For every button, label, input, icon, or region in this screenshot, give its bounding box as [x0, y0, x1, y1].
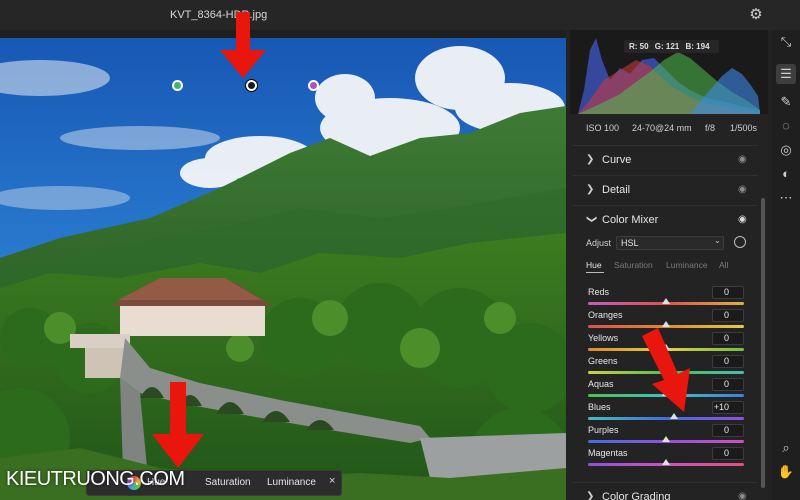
exif-shutter: 1/500s [730, 123, 758, 133]
slider-value-oranges[interactable]: 0 [712, 309, 744, 322]
exif-info: ISO 100 24-70@24 mm f/8 1/500s [570, 120, 768, 134]
close-icon[interactable]: × [329, 475, 335, 487]
targeted-adjustment-icon[interactable] [734, 236, 746, 248]
annotation-arrow-right [642, 328, 690, 412]
edit-panel: ISO 100 24-70@24 mm f/8 1/500s ❯ Curve ◉… [566, 30, 772, 500]
panel-scrollbar[interactable] [758, 130, 768, 500]
slider-label-yellows: Yellows [588, 333, 619, 343]
eye-icon[interactable]: ◉ [738, 214, 747, 225]
chevron-right-icon: ❯ [586, 184, 595, 195]
eye-icon[interactable]: ◉ [738, 491, 747, 500]
tab-saturation[interactable]: Saturation [614, 260, 653, 270]
readout-b: B: 194 [685, 42, 710, 51]
readout-r: R: 50 [629, 42, 649, 51]
title-bar: KVT_8364-HDR.jpg ⚙ [0, 0, 800, 30]
slider-value-magentas[interactable]: 0 [712, 447, 744, 460]
adjust-label: Adjust [586, 238, 612, 248]
hand-icon[interactable]: ✋ [776, 462, 796, 482]
eye-icon[interactable]: ◉ [738, 184, 747, 195]
app-window: KVT_8364-HDR.jpg ⚙ Hue Saturation Lumina… [0, 0, 800, 500]
sliders-icon[interactable]: ☰ [776, 64, 796, 84]
section-color-mixer[interactable]: ❯ Color Mixer ◉ [572, 205, 758, 235]
exif-lens: 24-70@24 mm [632, 123, 692, 133]
slider-label-blues: Blues [588, 402, 611, 412]
slider-thumb-reds[interactable] [662, 298, 670, 304]
slider-thumb-magentas[interactable] [662, 459, 670, 465]
adjust-dropdown[interactable]: HSL [616, 236, 724, 250]
slider-label-reds: Reds [588, 287, 610, 297]
scrollbar-thumb[interactable] [761, 198, 765, 488]
bandage-icon[interactable]: ✎ [776, 92, 796, 112]
sample-point-green[interactable] [172, 80, 183, 91]
sample-point-purple[interactable] [308, 80, 319, 91]
slider-label-purples: Purples [588, 425, 619, 435]
section-color-grading-label: Color Grading [602, 491, 671, 500]
section-curve[interactable]: ❯ Curve ◉ [572, 145, 758, 175]
slider-value-greens[interactable]: 0 [712, 355, 744, 368]
slider-value-blues[interactable]: +10 [712, 401, 744, 414]
photo-canvas[interactable] [0, 38, 566, 500]
toolbar-luminance-button[interactable]: Luminance [267, 477, 316, 488]
chevron-down-icon: ⌄ [714, 236, 721, 245]
mask-icon[interactable]: ◌ [776, 116, 796, 136]
slider-value-reds[interactable]: 0 [712, 286, 744, 299]
landscape-photo [0, 38, 566, 500]
slider-thumb-purples[interactable] [662, 436, 670, 442]
chevron-right-icon: ❯ [586, 491, 595, 500]
active-tab-indicator [586, 272, 604, 273]
readout-g: G: 121 [654, 42, 680, 51]
tab-all[interactable]: All [719, 260, 728, 270]
annotation-arrow-bottom [152, 382, 204, 468]
chevron-down-icon: ❯ [586, 215, 597, 224]
section-curve-label: Curve [602, 154, 632, 166]
tab-hue[interactable]: Hue [586, 260, 602, 270]
chevron-right-icon: ❯ [586, 154, 595, 165]
slider-label-aquas: Aquas [588, 379, 614, 389]
presets-icon[interactable]: ◐ [776, 164, 796, 184]
section-detail[interactable]: ❯ Detail ◉ [572, 175, 758, 205]
watermark-text: KIEUTRUONG.COM [6, 468, 185, 490]
slider-label-oranges: Oranges [588, 310, 623, 320]
gear-icon[interactable]: ⚙ [746, 5, 766, 25]
slider-value-yellows[interactable]: 0 [712, 332, 744, 345]
slider-track-blues[interactable] [588, 417, 744, 420]
tool-strip: ⤡ ☰ ✎ ◌ ◎ ◐ ⋯ ⌕ ✋ [772, 30, 800, 500]
annotation-arrow-top [220, 12, 266, 78]
toolbar-saturation-button[interactable]: Saturation [205, 477, 251, 488]
more-icon[interactable]: ⋯ [776, 188, 796, 208]
slider-label-magentas: Magentas [588, 448, 628, 458]
eye-icon[interactable]: ◎ [776, 140, 796, 160]
slider-value-aquas[interactable]: 0 [712, 378, 744, 391]
collapse-icon[interactable]: ⤡ [776, 32, 796, 52]
slider-thumb-oranges[interactable] [662, 321, 670, 327]
section-color-grading[interactable]: ❯ Color Grading ◉ [572, 482, 758, 500]
rgb-readout: R: 50 G: 121 B: 194 [624, 40, 719, 53]
slider-value-purples[interactable]: 0 [712, 424, 744, 437]
sample-point-blue[interactable] [246, 80, 257, 91]
slider-label-greens: Greens [588, 356, 618, 366]
eye-icon[interactable]: ◉ [738, 154, 747, 165]
tab-luminance[interactable]: Luminance [666, 260, 708, 270]
section-detail-label: Detail [602, 184, 631, 196]
section-color-mixer-label: Color Mixer [602, 214, 659, 226]
zoom-icon[interactable]: ⌕ [776, 438, 796, 458]
exif-aperture: f/8 [705, 123, 716, 133]
exif-iso: ISO 100 [586, 123, 620, 133]
